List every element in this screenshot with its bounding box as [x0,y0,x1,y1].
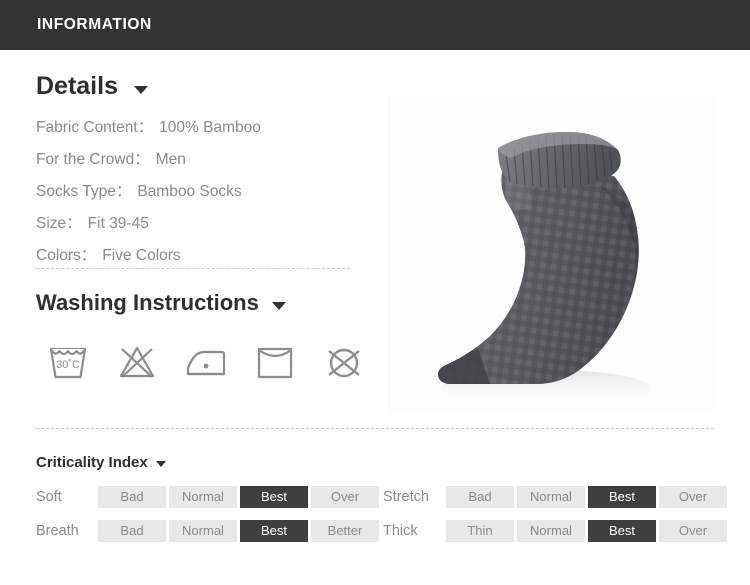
do-not-dry-clean-icon [328,348,360,378]
criticality-option[interactable]: Normal [517,486,585,508]
criticality-heading-label: Criticality Index [36,454,148,471]
criticality-option[interactable]: Normal [517,520,585,542]
detail-row: Size： Fit 39-45 [36,208,366,240]
criticality-option-selected[interactable]: Best [588,486,656,508]
detail-value: Five Colors [102,247,181,264]
detail-value: Men [155,151,186,168]
criticality-option[interactable]: Thin [446,520,514,542]
washing-heading-label: Washing Instructions [36,290,259,315]
detail-label: Socks Type： [36,183,132,200]
criticality-options: Thin Normal Best Over [446,520,730,542]
criticality-row-label: Thick [383,523,418,539]
details-divider [36,268,350,269]
detail-value: Bamboo Socks [137,183,242,200]
chevron-down-icon[interactable] [271,301,286,310]
information-header-bar: INFORMATION [0,0,750,50]
detail-row: Socks Type： Bamboo Socks [36,176,366,208]
detail-label: Size： [36,215,82,232]
wash-temperature-label: 30˚C [56,359,80,371]
section-divider [36,428,714,429]
criticality-options: Bad Normal Best Over [446,486,730,508]
details-section-header[interactable]: Details [36,72,148,101]
line-dry-icon [257,347,293,379]
criticality-option[interactable]: Bad [446,486,514,508]
criticality-row-label: Stretch [383,489,429,505]
detail-label: Fabric Content： [36,119,154,136]
criticality-option-selected[interactable]: Best [588,520,656,542]
criticality-option[interactable]: Over [659,486,727,508]
detail-row: For the Crowd： Men [36,144,366,176]
detail-value: 100% Bamboo [159,119,261,136]
page-title: INFORMATION [37,16,152,33]
detail-label: Colors： [36,247,97,264]
detail-row: Fabric Content： 100% Bamboo [36,112,366,144]
details-list: Fabric Content： 100% Bamboo For the Crowd… [36,112,366,272]
criticality-row-stretch: Stretch Bad Normal Best Over [0,486,750,508]
do-not-bleach-icon [119,346,155,378]
sock-illustration [386,96,714,414]
chevron-down-icon[interactable] [155,461,166,467]
criticality-option[interactable]: Over [659,520,727,542]
criticality-section-header[interactable]: Criticality Index [36,454,166,471]
washing-section-header[interactable]: Washing Instructions [36,290,286,316]
product-information-panel: INFORMATION Details Fabric Content： 100% … [0,0,750,585]
wash-30-degrees-icon: 30˚C [49,347,87,379]
care-symbols-row: 30˚C [44,338,368,386]
product-image [386,96,714,414]
criticality-row-thick: Thick Thin Normal Best Over [0,520,750,542]
iron-low-heat-icon [186,350,226,376]
detail-label: For the Crowd： [36,151,150,168]
detail-value: Fit 39-45 [87,215,149,232]
chevron-down-icon[interactable] [133,85,148,94]
iron-heat-dot [203,363,209,369]
details-heading-label: Details [36,72,118,100]
